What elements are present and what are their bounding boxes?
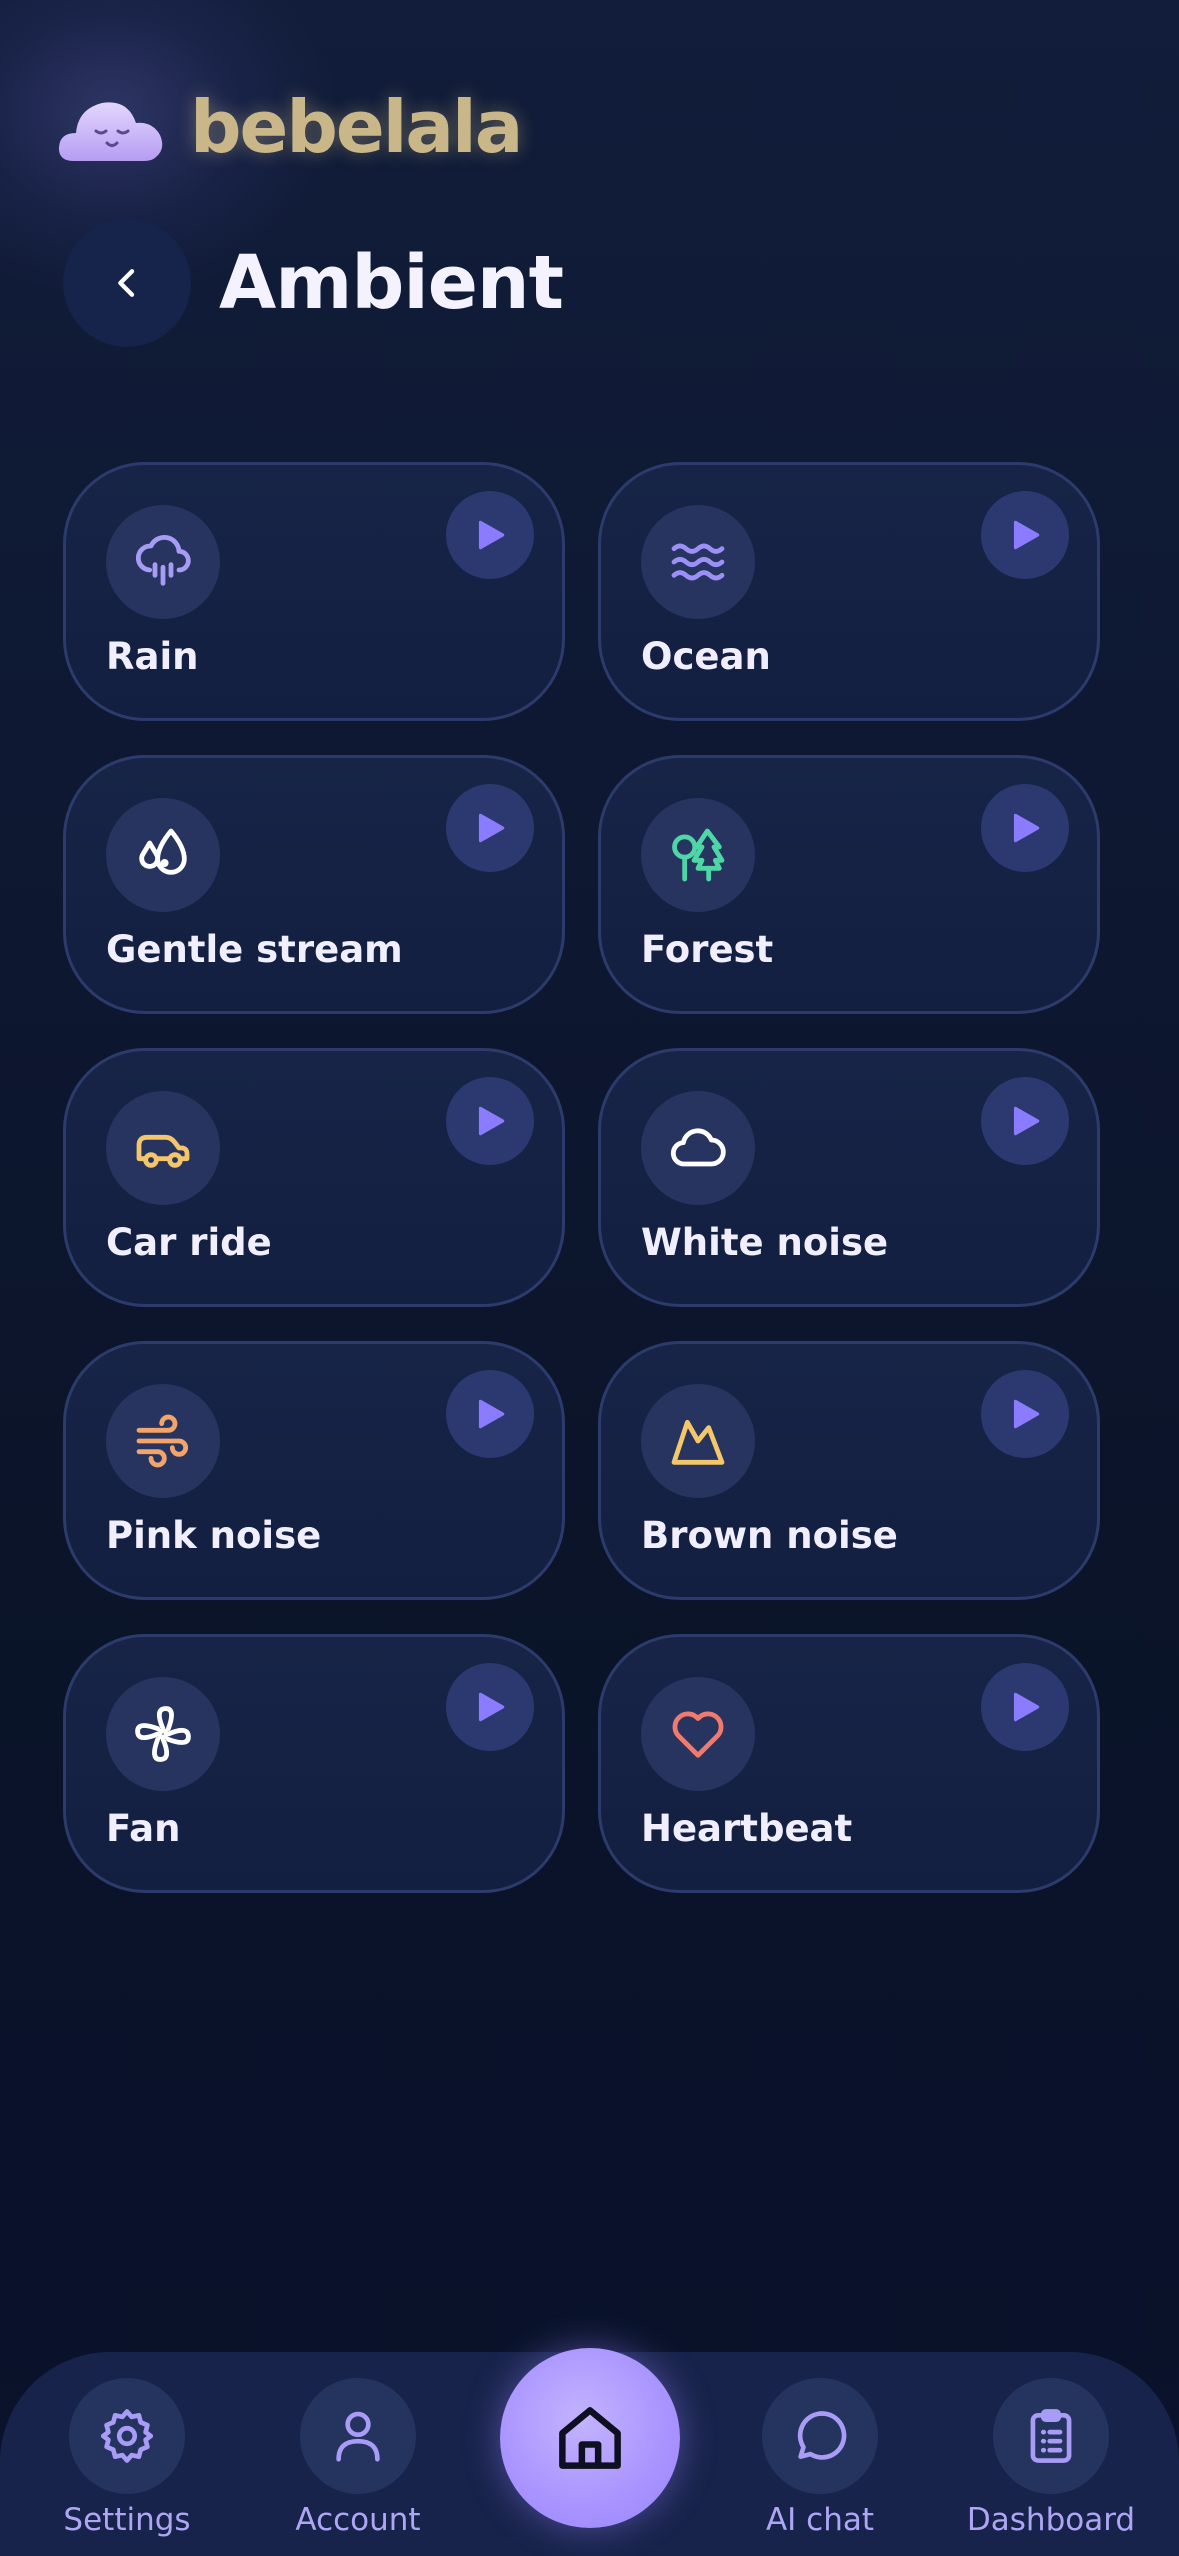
- nav-label: AI chat: [765, 2502, 875, 2538]
- play-button[interactable]: [981, 491, 1069, 579]
- clipboard-icon: [1030, 2409, 1072, 2463]
- user-icon: [336, 2411, 380, 2462]
- sound-card-brown-noise[interactable]: Brown noise: [598, 1341, 1100, 1600]
- page-header: Ambient: [63, 218, 564, 348]
- sound-card-gentle-stream[interactable]: Gentle stream: [63, 755, 565, 1014]
- waves-icon: [671, 543, 725, 581]
- brand: bebelala: [56, 82, 523, 172]
- nav-ai-chat[interactable]: AI chat: [730, 2378, 910, 2548]
- settings-icon-circle[interactable]: [69, 2378, 185, 2494]
- play-icon: [1013, 813, 1040, 843]
- forest-icon-circle: [641, 798, 755, 912]
- car-ride-icon-circle: [106, 1091, 220, 1205]
- play-icon: [1013, 1106, 1040, 1136]
- home-icon: [559, 2407, 621, 2469]
- account-icon-circle[interactable]: [300, 2378, 416, 2494]
- play-icon: [1013, 1399, 1040, 1429]
- page-title: Ambient: [219, 240, 564, 326]
- sound-card-forest[interactable]: Forest: [598, 755, 1100, 1014]
- gentle-stream-icon-circle: [106, 798, 220, 912]
- sound-card-car-ride[interactable]: Car ride: [63, 1048, 565, 1307]
- pink-noise-icon-circle: [106, 1384, 220, 1498]
- cloud-icon: [670, 1128, 726, 1167]
- play-button[interactable]: [981, 1370, 1069, 1458]
- fan-icon: [135, 1706, 191, 1762]
- sound-card-white-noise[interactable]: White noise: [598, 1048, 1100, 1307]
- play-icon: [478, 1399, 505, 1429]
- nav-dashboard[interactable]: Dashboard: [961, 2378, 1141, 2548]
- rain-icon-circle: [106, 505, 220, 619]
- play-icon: [1013, 520, 1040, 550]
- sound-label: Ocean: [641, 635, 771, 678]
- sound-label: Fan: [106, 1807, 181, 1850]
- play-icon: [478, 813, 505, 843]
- bottom-nav: Settings Account AI chat Dashboard: [0, 2348, 1179, 2556]
- play-icon: [1013, 1692, 1040, 1722]
- nav-label: Settings: [63, 2502, 191, 2538]
- chat-bubble-icon: [797, 2411, 847, 2460]
- sound-card-fan[interactable]: Fan: [63, 1634, 565, 1893]
- rain-cloud-icon: [135, 535, 191, 586]
- heart-icon: [672, 1711, 724, 1758]
- sound-label: Pink noise: [106, 1514, 322, 1557]
- sound-label: Gentle stream: [106, 928, 403, 971]
- sound-label: White noise: [641, 1221, 889, 1264]
- brand-name: bebelala: [190, 85, 523, 169]
- sound-label: Car ride: [106, 1221, 272, 1264]
- sound-grid: Rain Ocean Gentle stream Forest Car ride…: [63, 462, 1100, 1893]
- ai-chat-icon-circle[interactable]: [762, 2378, 878, 2494]
- play-button[interactable]: [446, 1663, 534, 1751]
- nav-settings[interactable]: Settings: [37, 2378, 217, 2548]
- sound-card-rain[interactable]: Rain: [63, 462, 565, 721]
- heartbeat-icon-circle: [641, 1677, 755, 1791]
- fan-icon-circle: [106, 1677, 220, 1791]
- sound-label: Heartbeat: [641, 1807, 853, 1850]
- home-button[interactable]: [500, 2348, 680, 2528]
- sound-card-ocean[interactable]: Ocean: [598, 462, 1100, 721]
- nav-label: Dashboard: [966, 2502, 1136, 2538]
- sleepy-cloud-icon: [58, 102, 163, 161]
- trees-icon: [672, 828, 725, 882]
- play-button[interactable]: [446, 784, 534, 872]
- gear-icon: [100, 2409, 154, 2463]
- play-button[interactable]: [446, 491, 534, 579]
- play-button[interactable]: [981, 1077, 1069, 1165]
- sound-card-heartbeat[interactable]: Heartbeat: [598, 1634, 1100, 1893]
- play-button[interactable]: [446, 1077, 534, 1165]
- sound-card-pink-noise[interactable]: Pink noise: [63, 1341, 565, 1600]
- chevron-left-icon: [118, 269, 135, 297]
- play-button[interactable]: [446, 1370, 534, 1458]
- mountain-icon: [671, 1419, 725, 1465]
- white-noise-icon-circle: [641, 1091, 755, 1205]
- play-icon: [478, 1692, 505, 1722]
- car-icon: [136, 1134, 190, 1168]
- sound-label: Forest: [641, 928, 774, 971]
- play-icon: [478, 1106, 505, 1136]
- wind-icon: [136, 1414, 189, 1468]
- droplets-icon: [139, 828, 187, 875]
- play-button[interactable]: [981, 784, 1069, 872]
- play-icon: [478, 520, 505, 550]
- nav-label: Account: [295, 2502, 421, 2538]
- nav-account[interactable]: Account: [268, 2378, 448, 2548]
- back-button[interactable]: [63, 219, 191, 347]
- ocean-icon-circle: [641, 505, 755, 619]
- brown-noise-icon-circle: [641, 1384, 755, 1498]
- sound-label: Rain: [106, 635, 199, 678]
- dashboard-icon-circle[interactable]: [993, 2378, 1109, 2494]
- play-button[interactable]: [981, 1663, 1069, 1751]
- sound-label: Brown noise: [641, 1514, 898, 1557]
